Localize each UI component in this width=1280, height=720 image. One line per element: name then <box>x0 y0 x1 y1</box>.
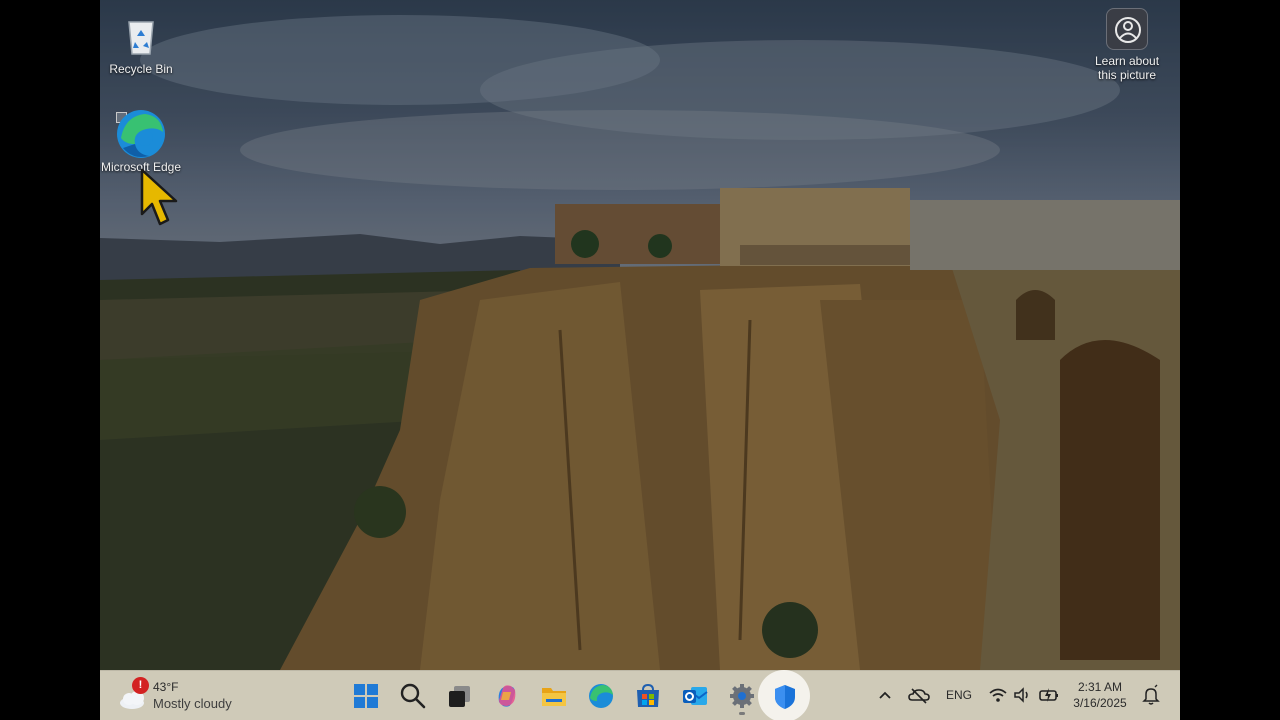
task-view-icon <box>449 686 470 707</box>
learn-about-picture-shortcut[interactable]: Learn about this picture <box>1086 8 1168 82</box>
start-button[interactable] <box>346 676 386 716</box>
edge-icon <box>589 684 613 708</box>
recycle-bin-shortcut[interactable]: Recycle Bin <box>100 10 182 76</box>
shield-icon <box>775 685 795 709</box>
weather-condition: Mostly cloudy <box>153 696 232 711</box>
battery-button[interactable] <box>1038 683 1060 707</box>
windows-start-icon <box>354 684 378 708</box>
speaker-icon <box>1014 687 1028 703</box>
outlook-button[interactable] <box>675 676 715 716</box>
network-button[interactable] <box>988 683 1008 707</box>
clock-time: 2:31 AM <box>1077 680 1123 694</box>
copilot-icon <box>498 685 516 707</box>
notifications-button[interactable] <box>1142 683 1160 707</box>
outlook-icon <box>683 687 708 705</box>
search-button[interactable] <box>393 676 433 716</box>
folder-icon <box>542 688 566 706</box>
mouse-pointer-icon <box>140 168 184 230</box>
running-indicator <box>739 712 745 715</box>
store-icon <box>637 683 659 707</box>
search-icon <box>400 683 426 709</box>
onedrive-button[interactable] <box>908 683 930 707</box>
windows-security-button[interactable] <box>758 670 810 720</box>
wallpaper-dim-overlay <box>100 0 1180 670</box>
chevron-up-icon <box>879 691 891 699</box>
weather-widget[interactable]: ! 43°F Mostly cloudy <box>116 677 266 715</box>
recycle-bin-icon <box>117 10 165 58</box>
language-indicator[interactable]: ENG <box>946 688 972 702</box>
wifi-icon <box>989 688 1007 702</box>
clock-date: 3/16/2025 <box>1073 696 1127 710</box>
task-view-button[interactable] <box>440 676 480 716</box>
edge-icon <box>117 108 165 158</box>
store-button[interactable] <box>628 676 668 716</box>
gear-icon <box>730 684 754 708</box>
letterbox-left <box>0 0 100 720</box>
file-explorer-button[interactable] <box>534 676 574 716</box>
desktop-screen: Recycle Bin Microsoft Edge Learn about t… <box>100 0 1180 720</box>
bell-icon <box>1142 684 1160 705</box>
camera-icon <box>1106 8 1148 50</box>
learn-about-picture-label: Learn about this picture <box>1094 54 1160 82</box>
weather-alert-badge: ! <box>132 677 149 694</box>
volume-button[interactable] <box>1012 683 1032 707</box>
cloud-offline-icon <box>908 688 930 704</box>
desktop-wallpaper <box>100 0 1180 670</box>
settings-button[interactable] <box>722 676 762 716</box>
taskbar: ! 43°F Mostly cloudy ENG 2:31 AM 3/16/20… <box>100 670 1180 720</box>
edge-taskbar-button[interactable] <box>581 676 621 716</box>
show-hidden-icons-button[interactable] <box>876 683 894 707</box>
clock[interactable]: 2:31 AM 3/16/2025 <box>1064 679 1136 711</box>
battery-charging-icon <box>1039 688 1058 702</box>
edge-shortcut[interactable]: Microsoft Edge <box>100 108 182 174</box>
letterbox-right <box>1180 0 1280 720</box>
recycle-bin-label: Recycle Bin <box>109 62 173 76</box>
copilot-button[interactable] <box>487 676 527 716</box>
weather-temperature: 43°F <box>153 680 179 694</box>
